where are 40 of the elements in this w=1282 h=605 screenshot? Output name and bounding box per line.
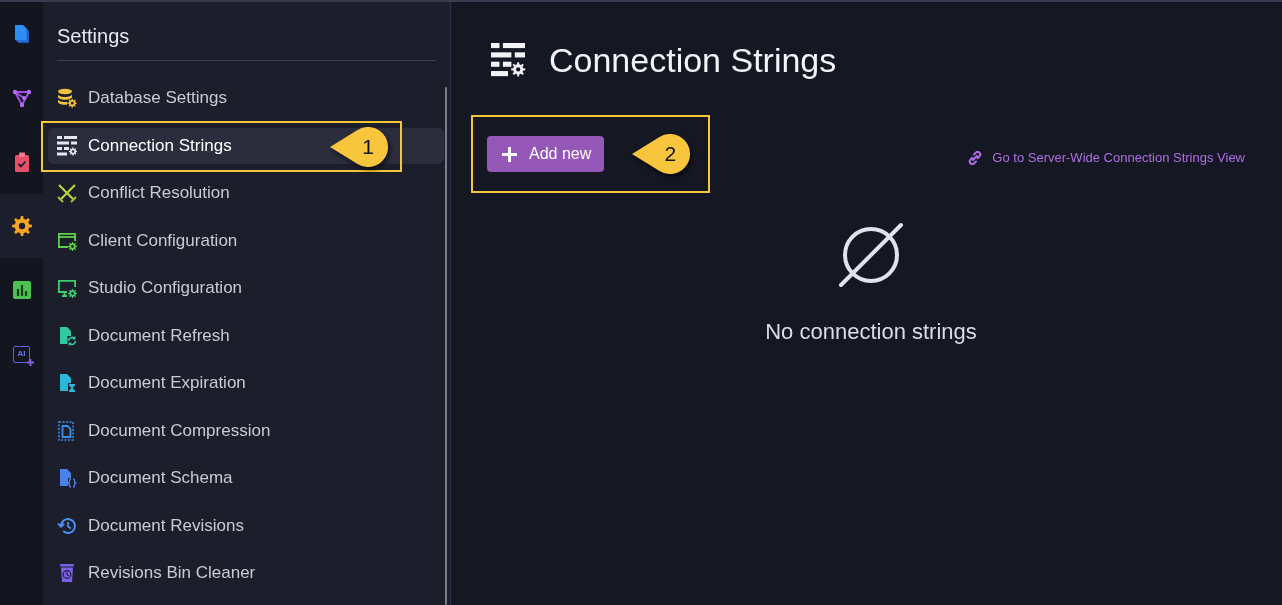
sidebar-item[interactable]: Conflict Resolution [48, 175, 444, 211]
empty-set-icon [838, 222, 904, 288]
sidebar-item[interactable]: Document Revisions [48, 507, 444, 544]
sidebar-item[interactable]: Client Configuration [48, 222, 444, 259]
empty-message: No connection strings [765, 319, 977, 345]
list-gear-icon [57, 135, 77, 156]
database-gear-icon [57, 88, 77, 108]
page-title: Connection Strings [549, 40, 837, 80]
sidebar-title: Settings [57, 24, 130, 48]
server-wide-link[interactable]: Go to Server-Wide Connection Strings View [968, 150, 1245, 166]
bar-chart-icon [11, 280, 32, 300]
ai-nav-button[interactable]: AI [0, 322, 43, 386]
link-icon [968, 151, 983, 165]
document-braces-icon [57, 468, 77, 488]
sidebar-item[interactable]: Revisions Bin Cleaner [48, 555, 444, 591]
monitor-gear-icon [57, 278, 77, 298]
dashed-document-icon [57, 420, 77, 441]
plus-icon [27, 358, 34, 366]
list-gear-icon [489, 43, 527, 77]
scrollbar[interactable] [445, 87, 447, 605]
history-icon [57, 515, 77, 536]
sidebar-item[interactable]: Document Schema [48, 460, 444, 496]
settings-icon [11, 216, 32, 236]
sidebar-item[interactable]: Database Settings [48, 80, 444, 116]
step-callout: 1 [328, 125, 390, 169]
add-new-button[interactable]: Add new [487, 136, 605, 172]
plus-icon [502, 146, 517, 162]
graph-icon [11, 88, 32, 108]
sidebar-item[interactable]: Document Expiration [48, 365, 444, 401]
settings-nav-button[interactable] [0, 194, 43, 258]
sidebar-item[interactable]: Document Compression [48, 412, 444, 449]
sidebar-item[interactable]: Studio Configuration [48, 270, 444, 306]
ai-label: AI [13, 345, 30, 363]
crossed-swords-icon [57, 183, 77, 203]
trash-clock-icon [57, 563, 77, 583]
document-hourglass-icon [57, 373, 77, 393]
browser-gear-icon [57, 230, 77, 251]
document-refresh-icon [57, 325, 77, 346]
step-callout: 2 [630, 132, 693, 176]
sidebar-item[interactable]: Document Refresh [48, 317, 444, 354]
